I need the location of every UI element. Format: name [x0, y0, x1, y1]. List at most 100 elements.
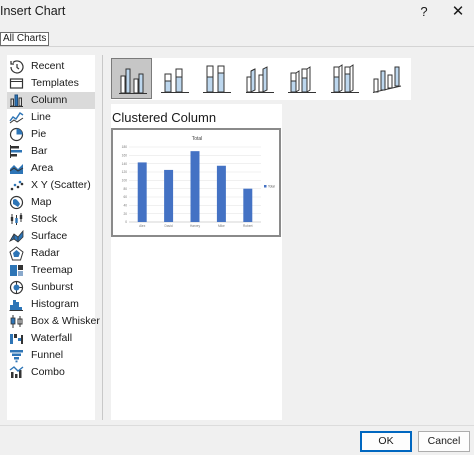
pie-chart-icon: [9, 127, 24, 142]
preview-title: Clustered Column: [112, 110, 217, 125]
3d-clustered-column-icon: [245, 66, 274, 93]
surface-chart-icon: [9, 229, 24, 243]
sunburst-chart-icon: [9, 280, 24, 295]
sidebar-item-waterfall[interactable]: Waterfall: [7, 330, 95, 347]
sidebar-item-treemap[interactable]: Treemap: [7, 262, 95, 279]
3d-column-icon: [372, 66, 402, 93]
x-tick-label: Mike: [218, 224, 225, 228]
chart-preview[interactable]: Total 0 20 40 60 80 100 120 140 160 180 Alex David Ha…: [111, 128, 281, 237]
subtype-100-stacked-column[interactable]: [196, 58, 237, 99]
sidebar-item-label: Area: [31, 162, 54, 174]
sidebar-item-stock[interactable]: Stock: [7, 211, 95, 228]
sidebar-item-label: Radar: [31, 247, 60, 259]
sidebar-item-label: Bar: [31, 145, 48, 157]
legend-label: Total: [268, 185, 275, 189]
chart-type-list: Recent Templates Column Line Pie Bar Area X Y (…: [7, 55, 100, 420]
dialog-title: Insert Chart: [0, 4, 66, 18]
sidebar-item-label: Histogram: [31, 298, 79, 310]
3d-100-stacked-column-icon: [330, 64, 359, 93]
sidebar-item-funnel[interactable]: Funnel: [7, 347, 95, 364]
sidebar-item-histogram[interactable]: Histogram: [7, 296, 95, 313]
templates-icon: [9, 78, 24, 89]
sidebar-item-sunburst[interactable]: Sunburst: [7, 279, 95, 296]
bar-alex: [137, 162, 147, 222]
tab-all-charts[interactable]: All Charts: [0, 32, 50, 46]
legend-swatch: [264, 185, 267, 188]
y-tick-label: 40: [123, 204, 127, 208]
sidebar-item-label: Line: [31, 111, 51, 123]
sidebar-item-label: Column: [31, 94, 68, 106]
column-chart-icon: [10, 94, 23, 107]
funnel-chart-icon: [10, 350, 23, 363]
stacked-column-icon: [160, 68, 189, 93]
title-bar: Insert Chart ? ✕: [0, 0, 474, 26]
cancel-button[interactable]: Cancel: [418, 431, 470, 452]
area-chart-icon: [9, 164, 24, 174]
scatter-chart-icon: [10, 180, 24, 191]
100-stacked-column-icon: [203, 65, 231, 93]
y-tick-label: 180: [122, 145, 128, 149]
ok-button[interactable]: OK: [360, 431, 412, 452]
bar-robert: [243, 188, 253, 222]
sidebar-item-label: Surface: [31, 230, 68, 242]
bar-mike: [216, 165, 226, 222]
sidebar-item-line[interactable]: Line: [7, 109, 95, 126]
treemap-chart-icon: [10, 265, 23, 276]
combo-chart-icon: [9, 366, 24, 378]
sidebar-item-combo[interactable]: Combo: [7, 364, 95, 381]
sidebar-item-label: Map: [31, 196, 52, 208]
subtype-clustered-column[interactable]: [111, 58, 152, 99]
y-tick-label: 160: [122, 154, 128, 158]
3d-stacked-column-icon: [288, 66, 316, 93]
y-tick-label: 0: [125, 220, 127, 224]
chart-preview-panel: Clustered Column Total 0 20 40 60 80 100 120 140…: [111, 104, 282, 420]
sidebar-item-bar[interactable]: Bar: [7, 143, 95, 160]
box-whisker-chart-icon: [10, 315, 23, 328]
sidebar-item-label: Recent: [31, 60, 65, 72]
panel-divider: [102, 55, 103, 420]
sidebar-item-label: Stock: [31, 213, 58, 225]
sidebar-item-label: Templates: [31, 77, 79, 89]
x-tick-label: Robert: [243, 224, 253, 228]
chart-subtype-gallery: [111, 58, 411, 100]
sidebar-item-box-whisker[interactable]: Box & Whisker: [7, 313, 100, 330]
bar-david: [164, 169, 174, 222]
x-tick-label: Alex: [139, 224, 146, 228]
footer-divider: [0, 425, 474, 426]
sidebar-item-label: Pie: [31, 128, 47, 140]
subtype-3d-stacked-column[interactable]: [281, 58, 322, 99]
sidebar-item-area[interactable]: Area: [7, 160, 95, 177]
help-button[interactable]: ?: [416, 2, 432, 22]
sidebar-item-column[interactable]: Column: [7, 92, 95, 109]
chart-title: Total: [192, 136, 203, 142]
sidebar-item-recent[interactable]: Recent: [7, 58, 95, 75]
sidebar-item-radar[interactable]: Radar: [7, 245, 95, 262]
subtype-3d-clustered-column[interactable]: [239, 58, 280, 99]
bar-harvey: [190, 151, 200, 222]
x-tick-label: David: [165, 224, 173, 228]
close-button[interactable]: ✕: [447, 1, 469, 23]
sidebar-item-map[interactable]: Map: [7, 194, 95, 211]
preview-chart: Total 0 20 40 60 80 100 120 140 160 180 Alex David Ha…: [122, 136, 275, 228]
y-tick-label: 100: [122, 179, 128, 183]
sidebar-item-label: Waterfall: [31, 332, 73, 344]
tab-divider: [0, 46, 474, 47]
sidebar-item-pie[interactable]: Pie: [7, 126, 95, 143]
sidebar-item-label: Sunburst: [31, 281, 74, 293]
waterfall-chart-icon: [10, 334, 23, 344]
sidebar-item-x-y-scatter[interactable]: X Y (Scatter): [7, 177, 95, 194]
sidebar-item-templates[interactable]: Templates: [7, 75, 95, 92]
y-tick-label: 140: [122, 162, 128, 166]
subtype-3d-column[interactable]: [366, 58, 407, 99]
subtype-3d-100-stacked-column[interactable]: [324, 58, 365, 99]
y-tick-label: 120: [122, 170, 128, 174]
clustered-column-icon: [119, 68, 147, 94]
bar-chart-icon: [10, 145, 22, 158]
sidebar-item-label: Box & Whisker: [31, 315, 100, 327]
histogram-chart-icon: [9, 300, 23, 311]
sidebar-item-surface[interactable]: Surface: [7, 228, 95, 245]
subtype-stacked-column[interactable]: [154, 58, 195, 99]
recent-icon: [10, 60, 24, 74]
radar-chart-icon: [9, 246, 24, 261]
line-chart-icon: [9, 112, 24, 124]
